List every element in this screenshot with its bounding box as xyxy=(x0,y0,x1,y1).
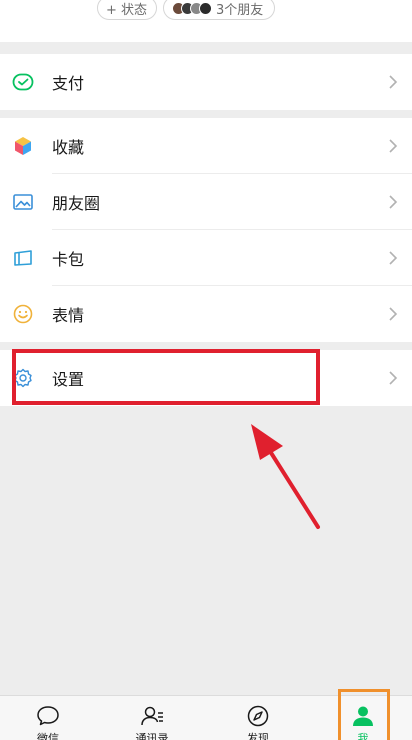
add-status-button[interactable]: + 状态 xyxy=(97,0,157,20)
tab-chats[interactable]: 微信 xyxy=(8,696,88,740)
features-group: 收藏 朋友圈 卡包 表情 xyxy=(0,118,412,342)
menu-item-label: 卡包 xyxy=(52,250,85,269)
chevron-right-icon xyxy=(389,251,398,265)
friends-status-button[interactable]: 3个朋友 xyxy=(163,0,275,20)
chevron-right-icon xyxy=(389,307,398,321)
tab-label: 我 xyxy=(357,732,369,740)
tab-contacts[interactable]: 通讯录 xyxy=(112,696,192,740)
menu-item-pay[interactable]: 支付 xyxy=(0,54,412,110)
menu-item-label: 设置 xyxy=(52,370,85,389)
bottom-tab-bar: 微信 通讯录 发现 我 xyxy=(0,695,412,740)
menu-item-favorites[interactable]: 收藏 xyxy=(0,118,412,174)
smiley-icon xyxy=(11,302,35,326)
tab-label: 发现 xyxy=(247,732,269,740)
friend-avatars xyxy=(172,1,212,15)
menu-item-label: 朋友圈 xyxy=(52,194,101,213)
pay-group: 支付 xyxy=(0,54,412,110)
menu-item-label: 支付 xyxy=(52,74,85,93)
contacts-icon xyxy=(139,704,165,728)
person-icon xyxy=(350,704,376,728)
chevron-right-icon xyxy=(389,371,398,385)
status-button-label: + 状态 xyxy=(106,2,148,18)
gear-icon xyxy=(11,366,35,390)
tab-label: 微信 xyxy=(37,732,59,740)
chevron-right-icon xyxy=(389,195,398,209)
chat-bubble-icon xyxy=(35,704,61,728)
compass-icon xyxy=(245,704,271,728)
card-wallet-icon xyxy=(11,246,35,270)
friends-count-label: 3个朋友 xyxy=(216,2,264,18)
menu-item-moments[interactable]: 朋友圈 xyxy=(0,174,412,230)
chevron-right-icon xyxy=(389,75,398,89)
settings-group: 设置 xyxy=(0,350,412,406)
avatar xyxy=(199,1,212,15)
tab-discover[interactable]: 发现 xyxy=(218,696,298,740)
profile-header-strip: + 状态 3个朋友 xyxy=(0,0,412,42)
menu-item-label: 表情 xyxy=(52,306,85,325)
menu-item-label: 收藏 xyxy=(52,138,85,157)
cube-icon xyxy=(11,134,35,158)
menu-item-stickers[interactable]: 表情 xyxy=(0,286,412,342)
menu-item-settings[interactable]: 设置 xyxy=(0,350,412,406)
menu-item-card-wallet[interactable]: 卡包 xyxy=(0,230,412,286)
chevron-right-icon xyxy=(389,139,398,153)
tab-label: 通讯录 xyxy=(135,732,169,740)
tab-me[interactable]: 我 xyxy=(323,696,403,740)
wechat-pay-icon xyxy=(11,70,35,94)
image-icon xyxy=(11,190,35,214)
